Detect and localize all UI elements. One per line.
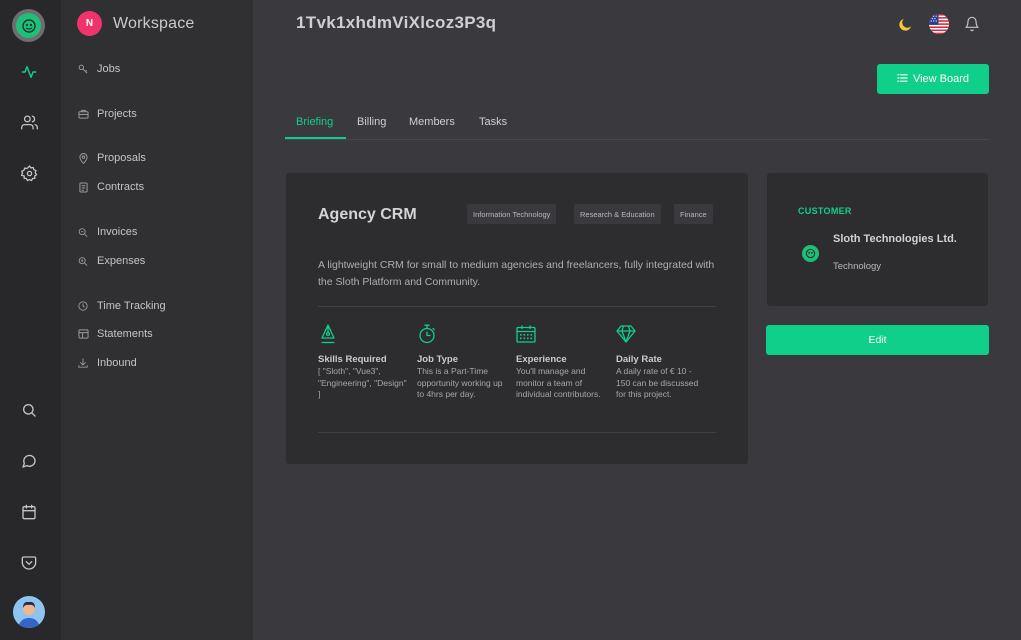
clock-icon xyxy=(77,300,89,312)
pocket-icon[interactable] xyxy=(18,552,40,574)
view-board-button[interactable]: View Board xyxy=(877,64,989,94)
download-icon xyxy=(77,357,89,369)
tag-information-technology: Information Technology xyxy=(467,204,557,224)
workspace-name: Workspace xyxy=(113,14,195,32)
sidebar-item-label: Proposals xyxy=(97,152,146,164)
sidebar-item-label: Inbound xyxy=(97,357,137,369)
pin-icon xyxy=(77,152,89,164)
user-avatar[interactable] xyxy=(13,596,45,628)
sidebar-item-projects[interactable]: Projects xyxy=(77,108,137,120)
key-icon xyxy=(77,63,89,75)
ledger-icon xyxy=(77,328,89,340)
workspace-switcher[interactable]: N Workspace xyxy=(77,11,195,36)
tag-finance: Finance xyxy=(674,204,713,224)
project-card: Agency CRM Information Technology Resear… xyxy=(286,173,748,464)
feature-skills-required: Skills Required [ "Sloth", "Vue3", "Engi… xyxy=(318,323,410,401)
tab-bar: Briefing Billing Members Tasks xyxy=(285,104,989,140)
feature-label: Skills Required xyxy=(318,354,387,365)
customer-industry: Technology xyxy=(833,261,882,272)
sidebar-item-expenses[interactable]: Expenses xyxy=(77,255,145,267)
list-icon xyxy=(897,73,908,86)
feature-label: Experience xyxy=(516,354,567,365)
search-icon[interactable] xyxy=(18,399,40,421)
sidebar-item-label: Jobs xyxy=(97,63,121,75)
project-description: A lightweight CRM for small to medium ag… xyxy=(318,259,715,288)
active-tab-indicator xyxy=(285,137,346,139)
sidebar-item-invoices[interactable]: Invoices xyxy=(77,226,137,238)
feature-job-type: Job Type This is a Part-Time opportunity… xyxy=(417,323,509,401)
sidebar-item-jobs[interactable]: Jobs xyxy=(77,63,120,75)
feature-label: Daily Rate xyxy=(616,354,662,365)
us-flag-icon[interactable] xyxy=(928,13,950,35)
customer-name[interactable]: Sloth Technologies Ltd. xyxy=(833,232,963,246)
customer-card: CUSTOMER Sloth Technologies Ltd. Technol… xyxy=(767,173,988,306)
tag-research-education: Research & Education xyxy=(574,204,661,224)
workspace-badge: N xyxy=(77,11,102,36)
sidebar-item-label: Statements xyxy=(97,328,153,340)
sloth-logo-icon[interactable] xyxy=(12,9,45,42)
divider xyxy=(318,306,716,307)
customer-label: CUSTOMER xyxy=(798,206,852,216)
sidebar-item-proposals[interactable]: Proposals xyxy=(77,152,146,164)
sidebar-nav: N Workspace Jobs Projects Proposals Cont… xyxy=(61,0,253,640)
feature-text: [ "Sloth", "Vue3", "Engineering", "Desig… xyxy=(318,366,407,400)
feature-text: This is a Part-Time opportunity working … xyxy=(417,366,503,400)
tab-tasks[interactable]: Tasks xyxy=(479,116,507,128)
sidebar-item-statements[interactable]: Statements xyxy=(77,328,153,340)
coin-icon xyxy=(77,255,89,267)
pen-nib-icon xyxy=(318,323,338,345)
divider xyxy=(318,432,716,433)
page-title: 1Tvk1xhdmViXlcoz3P3q xyxy=(296,13,497,32)
briefcase-icon xyxy=(77,108,89,120)
sidebar-item-label: Expenses xyxy=(97,255,146,267)
sidebar-item-contracts[interactable]: Contracts xyxy=(77,181,144,193)
activity-icon[interactable] xyxy=(18,61,40,83)
tab-members[interactable]: Members xyxy=(409,116,455,128)
sidebar-item-inbound[interactable]: Inbound xyxy=(77,357,137,369)
feature-label: Job Type xyxy=(417,354,458,365)
sidebar-item-label: Invoices xyxy=(97,226,138,238)
chat-icon[interactable] xyxy=(18,450,40,472)
feature-text: You'll manage and monitor a team of indi… xyxy=(516,366,601,400)
feature-text: A daily rate of € 10 - 150 can be discus… xyxy=(616,366,699,400)
bell-icon[interactable] xyxy=(961,13,983,35)
sidebar-item-label: Contracts xyxy=(97,181,145,193)
icon-rail xyxy=(0,0,61,640)
tab-billing[interactable]: Billing xyxy=(357,116,386,128)
customer-logo-icon xyxy=(802,245,819,262)
sidebar-item-time-tracking[interactable]: Time Tracking xyxy=(77,300,166,312)
project-title: Agency CRM xyxy=(318,206,417,223)
document-icon xyxy=(77,181,89,193)
edit-button[interactable]: Edit xyxy=(766,325,989,355)
view-board-label: View Board xyxy=(912,73,970,85)
users-icon[interactable] xyxy=(18,111,40,133)
stopwatch-icon xyxy=(417,323,437,345)
receipt-icon xyxy=(77,226,89,238)
moon-icon[interactable] xyxy=(894,13,916,35)
sidebar-item-label: Time Tracking xyxy=(97,300,166,312)
calendar-icon[interactable] xyxy=(18,501,40,523)
diamond-icon xyxy=(616,323,636,345)
sidebar-item-label: Projects xyxy=(97,108,137,120)
calendar-grid-icon xyxy=(516,323,536,345)
feature-experience: Experience You'll manage and monitor a t… xyxy=(516,323,608,401)
settings-icon[interactable] xyxy=(18,162,40,184)
feature-daily-rate: Daily Rate A daily rate of € 10 - 150 ca… xyxy=(616,323,708,401)
tab-briefing[interactable]: Briefing xyxy=(296,116,333,128)
